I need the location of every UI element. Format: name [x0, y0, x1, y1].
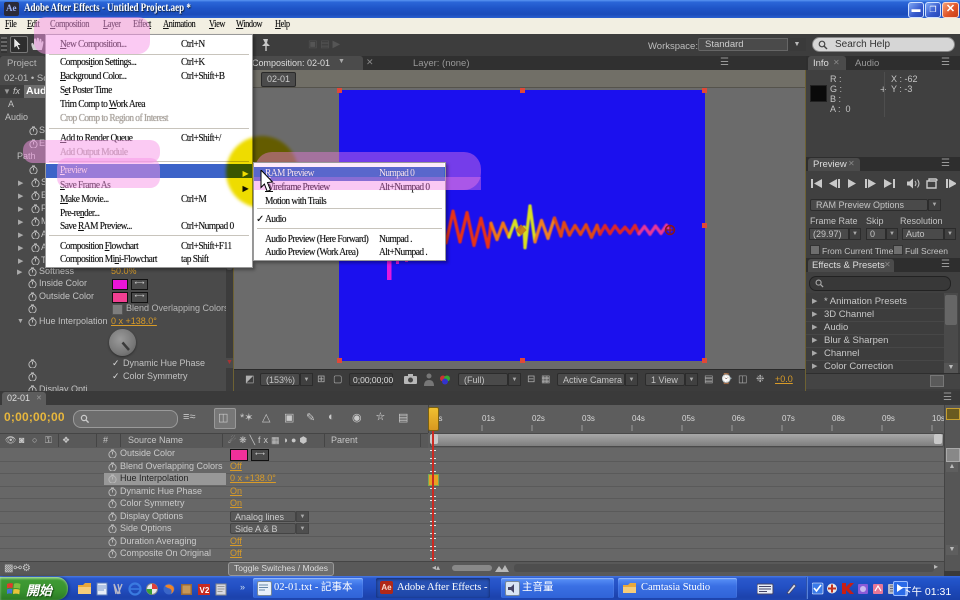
svg-text:01s: 01s	[482, 414, 495, 423]
svg-text:V2: V2	[200, 586, 210, 595]
svg-text:09s: 09s	[882, 414, 895, 423]
svg-text:05s: 05s	[682, 414, 695, 423]
svg-text:02s: 02s	[532, 414, 545, 423]
svg-text:10s: 10s	[932, 414, 944, 423]
svg-text:04s: 04s	[632, 414, 645, 423]
svg-text:08s: 08s	[832, 414, 845, 423]
svg-text:07s: 07s	[782, 414, 795, 423]
svg-text:06s: 06s	[732, 414, 745, 423]
svg-text:03s: 03s	[582, 414, 595, 423]
